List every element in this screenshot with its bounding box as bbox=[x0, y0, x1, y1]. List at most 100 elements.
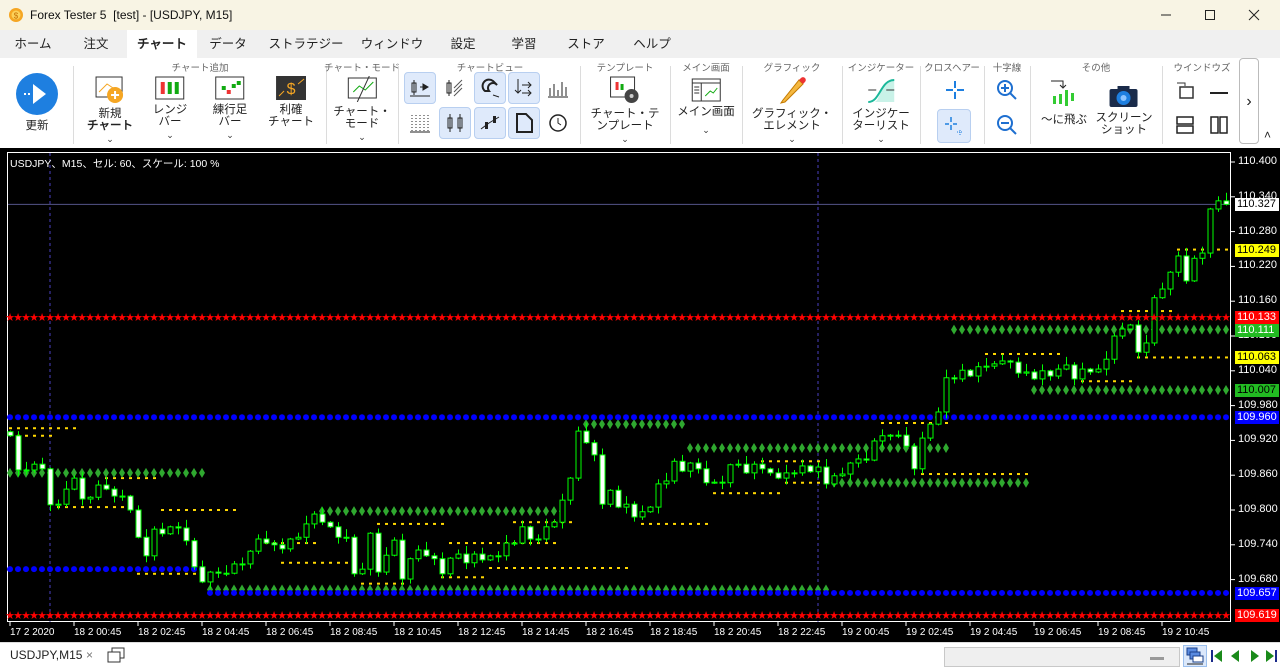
tab-home[interactable]: ホーム bbox=[4, 30, 61, 58]
yellow-level-dot bbox=[457, 542, 460, 545]
crosshair-extended-button[interactable] bbox=[937, 109, 971, 143]
green-diamond-marker bbox=[1191, 384, 1197, 395]
zoom-in-button[interactable] bbox=[991, 74, 1023, 106]
blue-dot-marker bbox=[783, 589, 789, 596]
line-chart-toggle[interactable] bbox=[474, 107, 506, 139]
magnet-toggle[interactable] bbox=[474, 72, 506, 104]
yellow-level-dot bbox=[1089, 380, 1092, 383]
indicator-list-button[interactable]: インジケー ターリスト ⌄ bbox=[852, 76, 910, 145]
blue-dot-marker bbox=[175, 566, 181, 573]
blue-dot-marker bbox=[727, 589, 733, 596]
grid-toggle[interactable] bbox=[404, 107, 436, 139]
green-diamond-marker bbox=[87, 467, 93, 478]
volume-toggle[interactable] bbox=[542, 72, 574, 104]
last-bar-button[interactable] bbox=[1264, 649, 1278, 666]
collapse-ribbon-button[interactable]: ˄ bbox=[1264, 128, 1271, 142]
jump-to-label: 〜に飛ぶ bbox=[1041, 114, 1087, 126]
next-bar-button[interactable] bbox=[1248, 649, 1262, 666]
yellow-level-dot bbox=[545, 542, 548, 545]
clock-toggle[interactable] bbox=[542, 107, 574, 139]
yellow-level-dot bbox=[977, 473, 980, 476]
green-diamond-marker bbox=[1167, 384, 1173, 395]
tab-help[interactable]: ヘルプ bbox=[623, 30, 681, 58]
blue-dot-marker bbox=[1183, 589, 1189, 596]
template-label-2: ンプレート bbox=[596, 120, 654, 132]
chart-window[interactable]: ★ ★ ★ ★ ★ ★ ★ ★ ★ ★ ★ ★ ★ ★ ★ ★ ★ ★ ★ ★ ★ ★ ★ ★ ★ ★ ★ ★ ★ ★ ★ ★ ★ ★ ★ ★ ★ ★ ★ ★… bbox=[0, 148, 1280, 642]
tab-chart[interactable]: チャート bbox=[127, 30, 197, 58]
profit-chart-button[interactable]: $ 利確 チャート bbox=[268, 76, 314, 128]
cascade-windows-button[interactable] bbox=[1170, 76, 1200, 106]
period-separator-toggle[interactable] bbox=[439, 72, 471, 104]
green-diamond-marker bbox=[983, 324, 989, 335]
previous-bar-button[interactable] bbox=[1228, 649, 1242, 666]
blue-dot-marker bbox=[511, 589, 517, 596]
refresh-button[interactable]: 更新 bbox=[15, 72, 59, 132]
chart-tab-usdjpy[interactable]: USDJPY,M15 bbox=[10, 648, 82, 662]
candle-body bbox=[1031, 371, 1038, 380]
green-diamond-marker bbox=[975, 477, 981, 488]
shift-chart-toggle[interactable] bbox=[404, 72, 436, 104]
tab-store[interactable]: ストア bbox=[557, 30, 615, 58]
price-chart[interactable]: ★★★★★★★★★★★★★★★★★★★★★★★★★★★★★★★★★★★★★★★★… bbox=[0, 148, 1280, 642]
maximize-button[interactable] bbox=[1188, 0, 1232, 30]
jump-to-button[interactable]: 〜に飛ぶ bbox=[1041, 78, 1087, 126]
new-chart-button[interactable]: 新規 チャート ⌄ bbox=[87, 76, 133, 145]
blue-dot-marker bbox=[1151, 589, 1157, 596]
candle-body bbox=[1111, 335, 1118, 360]
green-diamond-marker bbox=[903, 477, 909, 488]
ribbon-scroll-right-button[interactable]: › bbox=[1239, 58, 1259, 144]
zoom-out-icon bbox=[997, 115, 1017, 135]
candle-body bbox=[775, 472, 782, 479]
yellow-level-dot bbox=[1129, 380, 1132, 383]
candle bbox=[223, 565, 230, 577]
first-bar-button[interactable] bbox=[1210, 649, 1224, 666]
blue-dot-marker bbox=[647, 414, 653, 421]
blue-dot-marker bbox=[783, 414, 789, 421]
price-tick-label: 110.040 bbox=[1238, 363, 1277, 376]
blue-dot-marker bbox=[47, 566, 53, 573]
tab-order[interactable]: 注文 bbox=[73, 30, 118, 58]
auto-scroll-toggle[interactable] bbox=[508, 72, 540, 104]
candle bbox=[399, 533, 406, 586]
yellow-level-dot bbox=[673, 522, 676, 525]
minimize-all-button[interactable] bbox=[1204, 76, 1234, 106]
screenshot-button[interactable]: スクリーン ショット bbox=[1096, 84, 1152, 136]
tab-learning[interactable]: 学習 bbox=[501, 30, 546, 58]
crosshair-button[interactable] bbox=[939, 74, 971, 106]
blue-dot-marker bbox=[447, 589, 453, 596]
time-tick-label: 18 2 08:45 bbox=[330, 627, 378, 638]
close-window-button[interactable] bbox=[1232, 0, 1276, 30]
document-toggle[interactable] bbox=[508, 107, 540, 139]
tile-vertical-button[interactable] bbox=[1204, 110, 1234, 140]
zoom-out-button[interactable] bbox=[991, 109, 1023, 141]
candle bbox=[887, 434, 894, 441]
new-chart-label-2: チャート bbox=[87, 120, 133, 132]
blue-dot-marker bbox=[263, 414, 269, 421]
chart-template-button[interactable]: チャート・テ ンプレート ⌄ bbox=[591, 76, 659, 145]
tile-horizontal-button[interactable] bbox=[1170, 110, 1200, 140]
scrollbar-thumb[interactable] bbox=[1150, 657, 1164, 660]
blue-dot-marker bbox=[591, 414, 597, 421]
blue-dot-marker bbox=[1135, 414, 1141, 421]
tab-data[interactable]: データ bbox=[199, 30, 257, 58]
candle bbox=[655, 479, 662, 514]
graphic-element-button[interactable]: グラフィック・ エレメント ⌄ bbox=[752, 76, 832, 145]
chart-scrollbar[interactable] bbox=[944, 647, 1180, 667]
chart-mode-button[interactable]: チャート・ モード ⌄ bbox=[333, 76, 391, 143]
yellow-level-dot bbox=[649, 522, 652, 525]
detach-window-icon[interactable] bbox=[106, 646, 126, 667]
renko-bar-button[interactable]: 練行足 バー ⌄ bbox=[213, 76, 247, 141]
candle bbox=[79, 471, 86, 506]
blue-dot-marker bbox=[63, 566, 69, 573]
group-label-windows: ウインドウズ bbox=[1173, 63, 1231, 74]
window-list-button[interactable] bbox=[1183, 645, 1207, 667]
green-diamond-marker bbox=[1079, 324, 1085, 335]
range-bar-button[interactable]: レンジ バー ⌄ bbox=[153, 76, 187, 141]
tab-window[interactable]: ウィンドウ bbox=[351, 30, 434, 58]
tab-settings[interactable]: 設定 bbox=[440, 30, 485, 58]
close-tab-button[interactable]: × bbox=[86, 648, 93, 662]
candlestick-toggle[interactable] bbox=[439, 107, 471, 139]
main-screen-button[interactable]: メイン画面 ⌄ bbox=[677, 78, 735, 136]
tab-strategy[interactable]: ストラテジー bbox=[258, 30, 353, 58]
minimize-icon-wrap[interactable] bbox=[1144, 0, 1188, 30]
